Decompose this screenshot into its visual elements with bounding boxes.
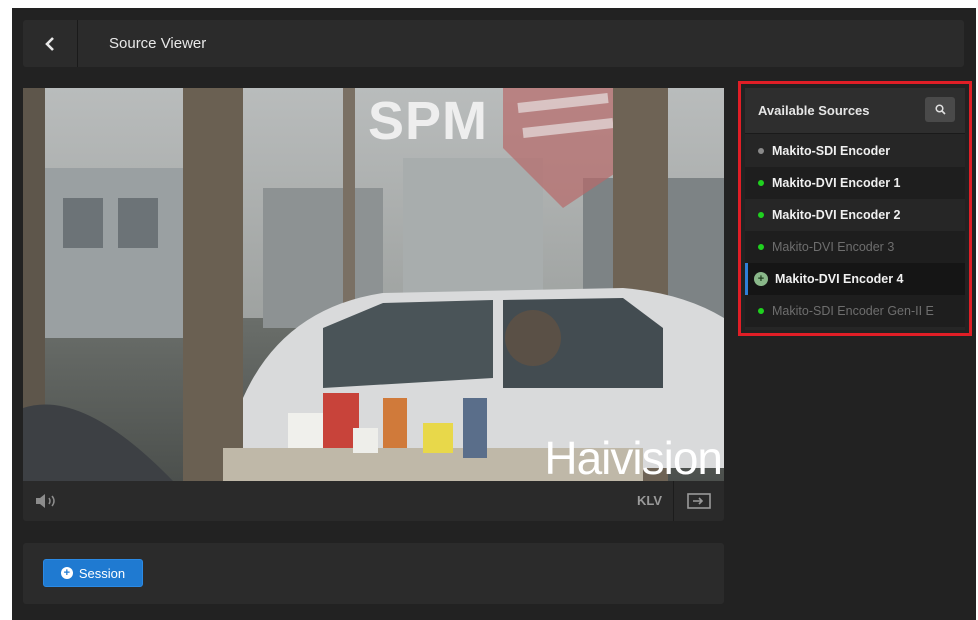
source-label: Makito-DVI Encoder 2 [772,208,901,222]
source-item[interactable]: Makito-DVI Encoder 3 [745,231,965,263]
source-item[interactable]: Makito-SDI Encoder [745,135,965,167]
source-item-selected[interactable]: + Makito-DVI Encoder 4 [745,263,965,295]
plus-circle-icon: + [60,567,73,579]
fullscreen-button[interactable] [673,481,724,521]
video-controls-bar: KLV [23,481,724,521]
source-item[interactable]: Makito-DVI Encoder 1 [745,167,965,199]
volume-icon[interactable] [35,493,63,509]
status-dot-icon [758,180,764,186]
status-dot-icon [758,148,764,154]
plus-circle-icon: + [754,272,768,286]
session-button-label: Session [78,565,126,581]
video-player[interactable]: SPM Haivision [23,88,724,481]
sources-header: Available Sources [745,88,965,134]
haivision-watermark: Haivision [544,432,723,481]
source-label: Makito-DVI Encoder 4 [775,272,904,286]
status-dot-icon [758,308,764,314]
back-button[interactable] [23,20,78,67]
source-label: Makito-SDI Encoder Gen-II E [772,304,934,318]
sources-title: Available Sources [758,103,870,118]
page-header: Source Viewer [23,20,964,67]
session-panel: + Session [23,543,724,604]
source-item[interactable]: Makito-SDI Encoder Gen-II E [745,295,965,327]
source-label: Makito-DVI Encoder 3 [772,240,895,254]
fullscreen-icon [687,493,711,509]
add-session-button[interactable]: + Session [43,559,143,587]
klv-button[interactable]: KLV [637,481,662,521]
available-sources-highlight: Available Sources Makito-SDI Encoder Mak… [738,81,972,336]
page-title: Source Viewer [109,35,207,52]
source-viewer-app: Source Viewer SPM Haivision KLV + Sessio… [12,8,976,620]
available-sources-panel: Available Sources Makito-SDI Encoder Mak… [745,88,965,330]
chevron-left-icon [45,36,54,51]
status-dot-icon [758,212,764,218]
source-label: Makito-DVI Encoder 1 [772,176,901,190]
source-item[interactable]: Makito-DVI Encoder 2 [745,199,965,231]
video-overlay-text: SPM [368,91,489,151]
sources-list: Makito-SDI Encoder Makito-DVI Encoder 1 … [745,135,965,327]
status-dot-icon [758,244,764,250]
search-button[interactable] [925,97,955,122]
source-label: Makito-SDI Encoder [772,144,891,158]
search-icon [934,104,946,115]
